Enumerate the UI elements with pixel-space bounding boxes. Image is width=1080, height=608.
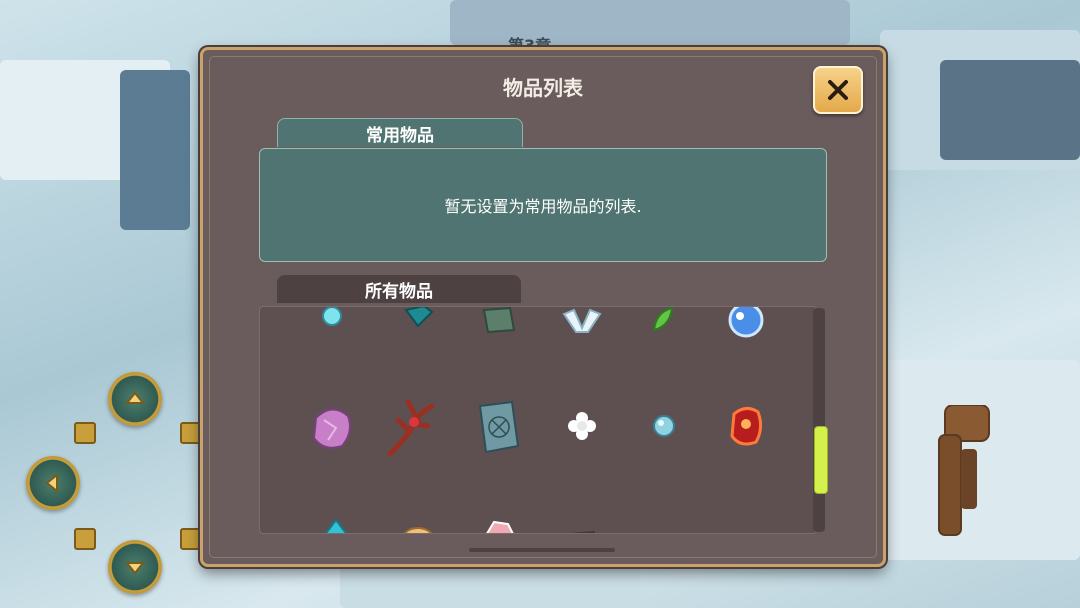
item-slot[interactable] (706, 391, 786, 461)
white-flower-icon (568, 412, 596, 440)
item-slot[interactable] (378, 503, 458, 533)
items-scrollbar[interactable] (813, 308, 828, 532)
item-slot[interactable] (624, 503, 704, 534)
common-items-tab[interactable]: 常用物品 (277, 118, 523, 147)
chevron-down-icon (124, 562, 146, 575)
item-slot[interactable] (542, 307, 622, 345)
dpad-corner-icon (180, 422, 202, 444)
item-slot[interactable] (542, 391, 622, 461)
item-slot[interactable] (292, 503, 372, 533)
item-slot[interactable] (292, 307, 372, 345)
item-slot[interactable] (624, 391, 704, 461)
cyan-gem-icon (322, 307, 342, 326)
item-slot[interactable] (542, 503, 622, 533)
gold-spike-icon (716, 508, 776, 534)
empty-message: 暂无设置为常用物品的列表. (444, 197, 642, 216)
gray-stone-icon (569, 530, 596, 533)
stone-tablet-icon (482, 307, 516, 334)
all-items-tab[interactable]: 所有物品 (277, 275, 521, 303)
item-slot[interactable] (458, 307, 538, 345)
item-list-dialog: 物品列表 常用物品 暂无设置为常用物品的列表. 所有物品 (200, 47, 886, 567)
dpad-corner-icon (74, 422, 96, 444)
item-slot[interactable] (622, 307, 702, 345)
dpad-down-button[interactable] (108, 540, 162, 594)
item-slot[interactable] (458, 391, 538, 461)
wooden-totem-icon (938, 405, 990, 536)
green-leaf-icon (652, 307, 674, 332)
close-icon (828, 80, 848, 100)
close-button[interactable] (813, 66, 863, 114)
item-slot[interactable] (458, 503, 538, 533)
snow-block (340, 560, 640, 608)
item-slot[interactable] (706, 307, 786, 345)
dialog-title: 物品列表 (503, 76, 583, 100)
panel-bottom-divider (469, 548, 615, 552)
teal-crystal-icon (404, 307, 434, 328)
chevron-left-icon (45, 472, 58, 494)
dpad-corner-icon (74, 528, 96, 550)
item-slot[interactable] (706, 503, 786, 534)
white-shards-icon (562, 308, 602, 333)
item-slot[interactable] (378, 307, 458, 345)
cyan-crystal-icon (325, 518, 347, 533)
all-items-grid (259, 306, 817, 534)
red-branch-icon (387, 399, 435, 457)
ice-pillar (120, 70, 190, 230)
pink-gem-icon (486, 520, 514, 533)
blue-pearl-icon (653, 415, 675, 437)
dpad-up-button[interactable] (108, 372, 162, 426)
purple-stone-icon (312, 408, 351, 449)
item-slot[interactable] (374, 391, 454, 461)
red-fire-stone-icon (730, 407, 763, 446)
amber-orb-icon (403, 527, 433, 533)
chevron-up-icon (124, 391, 146, 404)
item-slot[interactable] (292, 391, 372, 461)
dpad-corner-icon (180, 528, 202, 550)
green-sprig-icon (634, 508, 694, 534)
spellbook-icon (478, 400, 520, 454)
blue-frost-orb-icon (728, 307, 764, 338)
dpad-left-button[interactable] (26, 456, 80, 510)
scrollbar-thumb[interactable] (814, 426, 828, 494)
ice-pillar (940, 60, 1080, 160)
common-items-panel: 暂无设置为常用物品的列表. (259, 148, 827, 262)
